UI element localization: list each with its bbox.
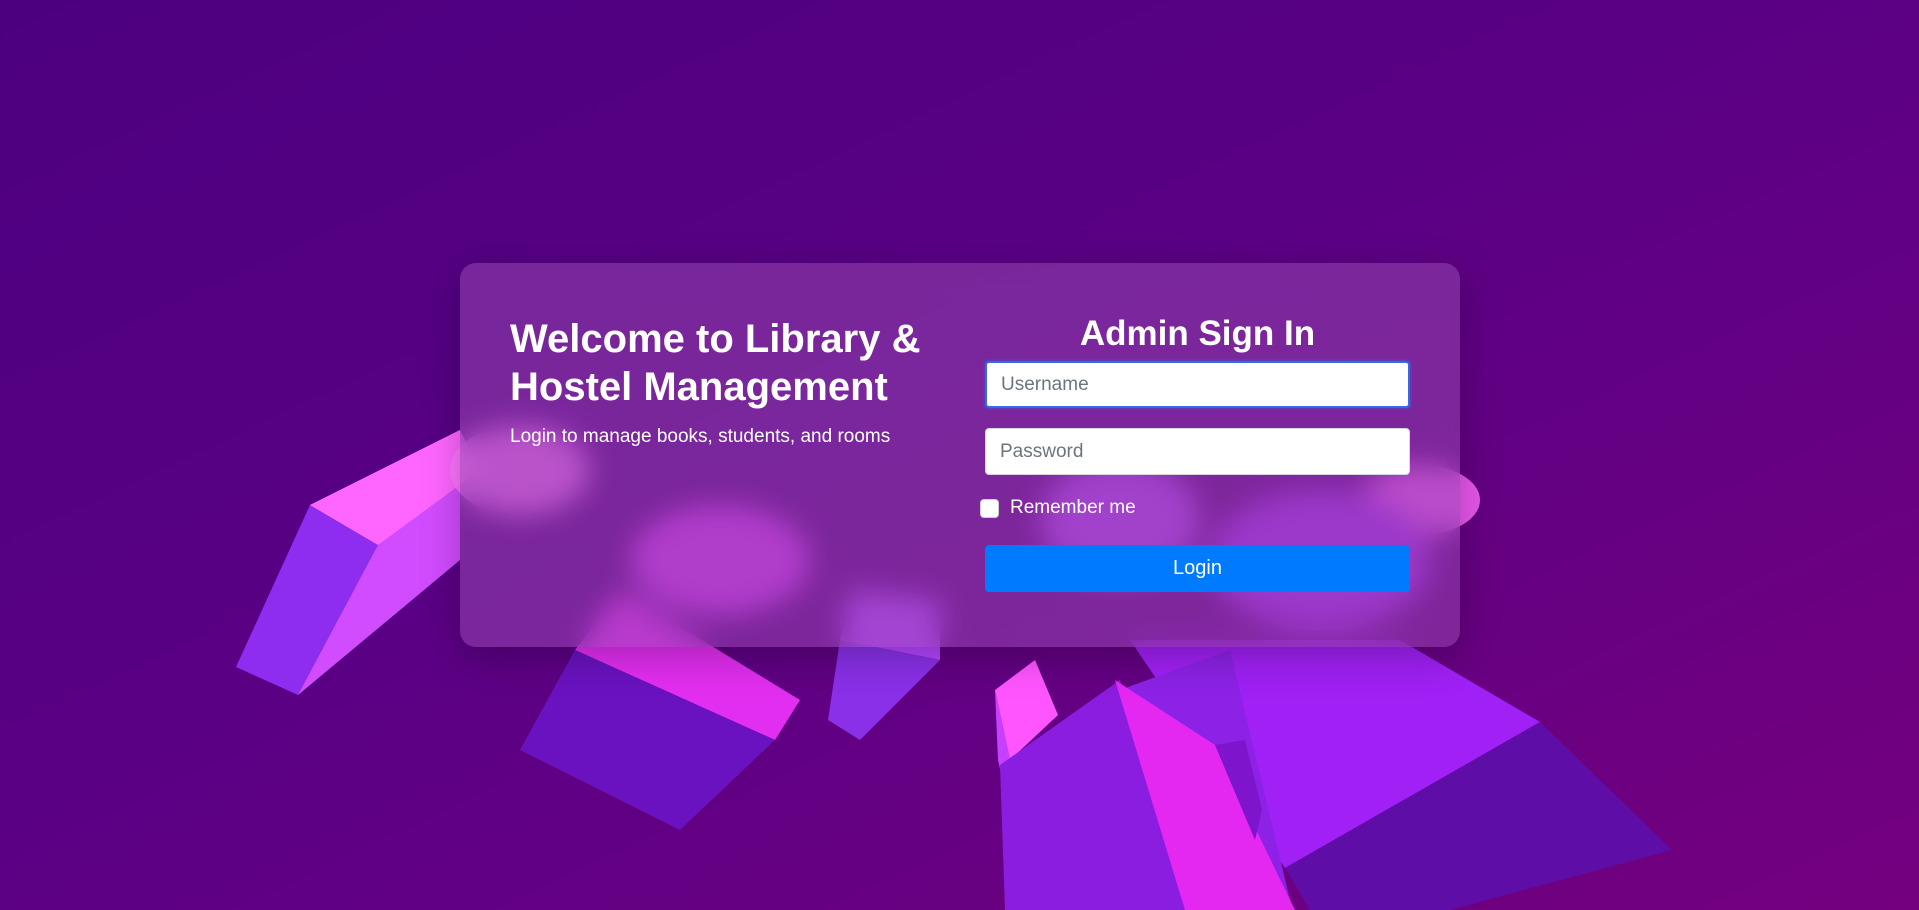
- background-cube: [1000, 640, 1672, 910]
- password-input[interactable]: [985, 428, 1410, 475]
- remember-me-label[interactable]: Remember me: [1010, 497, 1136, 519]
- welcome-panel: Welcome to Library & Hostel Management L…: [510, 315, 940, 449]
- sign-in-form: Admin Sign In Remember me Login: [980, 313, 1410, 592]
- login-button[interactable]: Login: [985, 545, 1410, 592]
- remember-me-row: Remember me: [980, 495, 1410, 521]
- welcome-subtitle: Login to manage books, students, and roo…: [510, 426, 891, 447]
- username-input[interactable]: [985, 361, 1410, 408]
- background-cube: [236, 430, 480, 695]
- remember-me-checkbox[interactable]: [980, 498, 999, 518]
- welcome-title: Welcome to Library & Hostel Management: [510, 317, 921, 409]
- sign-in-title: Admin Sign In: [1079, 314, 1316, 353]
- login-card: Welcome to Library & Hostel Management L…: [460, 263, 1460, 647]
